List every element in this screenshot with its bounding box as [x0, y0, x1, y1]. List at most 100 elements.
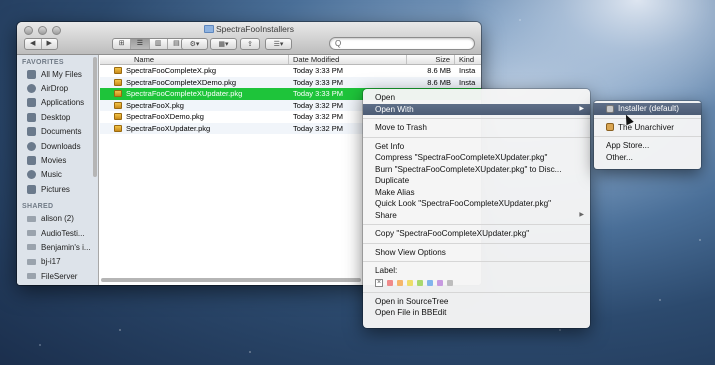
package-icon: [114, 67, 122, 75]
label-yellow-swatch[interactable]: [407, 279, 413, 286]
sidebar-item-downloads[interactable]: Downloads: [17, 139, 98, 153]
sidebar-item-shared-bj-i17[interactable]: bj-i17: [17, 255, 98, 269]
package-icon: [114, 78, 122, 86]
column-header-kind[interactable]: Kind: [455, 55, 481, 64]
menu-item-open-in-sourcetree[interactable]: Open in SourceTree: [363, 296, 590, 308]
submenu-item-app-store[interactable]: App Store...: [594, 140, 701, 152]
file-name: SpectraFooCompleteXUpdater.pkg: [126, 89, 243, 98]
menu-item-burn[interactable]: Burn "SpectraFooCompleteXUpdater.pkg" to…: [363, 164, 590, 176]
sidebar-item-label: AudioTesti...: [41, 228, 85, 238]
sidebar-item-label: Benjamin's i...: [41, 242, 91, 252]
sidebar-item-all-my-files[interactable]: All My Files: [17, 67, 98, 81]
sidebar-item-pictures[interactable]: Pictures: [17, 182, 98, 196]
menu-item-make-alias[interactable]: Make Alias: [363, 187, 590, 199]
computer-icon: [27, 215, 36, 222]
horizontal-scrollbar[interactable]: [101, 278, 361, 282]
label-purple-swatch[interactable]: [437, 279, 443, 286]
sidebar-item-music[interactable]: Music: [17, 168, 98, 182]
list-view-button[interactable]: ☰: [130, 39, 149, 49]
sidebar-item-shared-benjamins[interactable]: Benjamin's i...: [17, 240, 98, 254]
sidebar-item-label: bj-i17: [41, 257, 61, 267]
search-icon: Q: [335, 39, 342, 48]
installer-icon: [606, 104, 614, 113]
label-none-button[interactable]: ×: [375, 278, 383, 287]
sidebar-item-shared-alison[interactable]: alison (2): [17, 212, 98, 226]
forward-button[interactable]: ▶: [40, 39, 58, 49]
back-forward-buttons: ◀ ▶: [24, 38, 58, 50]
unarchiver-icon: [606, 123, 614, 132]
menu-item-quick-look[interactable]: Quick Look "SpectraFooCompleteXUpdater.p…: [363, 198, 590, 210]
submenu-item-unarchiver[interactable]: The Unarchiver: [594, 122, 701, 134]
column-view-button[interactable]: ▥: [148, 39, 167, 49]
title-bar[interactable]: SpectraFooInstallers ◀ ▶ ⊞ ☰ ▥ ▤ ⚙▾ ▦▾ ⇪…: [17, 22, 481, 55]
label-gray-swatch[interactable]: [447, 279, 453, 286]
file-name: SpectraFooX.pkg: [126, 100, 184, 110]
file-row[interactable]: SpectraFooCompleteXDemo.pkg Today 3:33 P…: [100, 76, 481, 88]
file-name: SpectraFooXDemo.pkg: [126, 112, 204, 121]
icon-view-button[interactable]: ⊞: [113, 39, 130, 49]
menu-item-share[interactable]: Share ▶: [363, 210, 590, 222]
column-header-name[interactable]: Name: [100, 55, 289, 64]
menu-item-duplicate[interactable]: Duplicate: [363, 175, 590, 187]
arrange-menu-button[interactable]: ▦▾: [210, 38, 237, 50]
sidebar-item-movies[interactable]: Movies: [17, 153, 98, 167]
package-icon: [114, 113, 122, 121]
menu-item-open[interactable]: Open: [363, 92, 590, 104]
sidebar-item-label: alison (2): [41, 214, 74, 224]
sidebar-item-label: Music: [41, 170, 62, 180]
back-button[interactable]: ◀: [25, 39, 41, 49]
menu-separator: [363, 242, 590, 244]
column-header-size[interactable]: Size: [407, 55, 455, 64]
server-icon: [27, 273, 36, 280]
sidebar-scrollbar[interactable]: [93, 57, 97, 177]
menu-item-get-info[interactable]: Get Info: [363, 141, 590, 153]
submenu-item-other[interactable]: Other...: [594, 152, 701, 164]
sidebar-item-label: Documents: [41, 127, 82, 137]
sidebar-item-label: Downloads: [41, 141, 81, 151]
column-header-date[interactable]: Date Modified: [289, 55, 407, 64]
edit-tags-button[interactable]: ☰▾: [265, 38, 292, 50]
sidebar: FAVORITES All My Files AirDrop Applicati…: [17, 55, 99, 285]
file-row[interactable]: SpectraFooCompleteX.pkg Today 3:33 PM 8.…: [100, 65, 481, 77]
sidebar-item-shared-fileserver[interactable]: FileServer: [17, 269, 98, 283]
label-orange-swatch[interactable]: [397, 279, 403, 286]
sidebar-item-label: Pictures: [41, 184, 70, 194]
sidebar-item-applications[interactable]: Applications: [17, 96, 98, 110]
open-with-submenu: Installer (default) The Unarchiver App S…: [594, 101, 701, 169]
pictures-icon: [27, 184, 36, 194]
sidebar-item-documents[interactable]: Documents: [17, 125, 98, 139]
label-blue-swatch[interactable]: [427, 279, 433, 286]
label-red-swatch[interactable]: [387, 279, 393, 286]
sidebar-item-label: FileServer: [41, 271, 78, 281]
menu-item-label: Share: [375, 210, 397, 220]
label-green-swatch[interactable]: [417, 279, 423, 286]
search-input[interactable]: Q: [329, 37, 475, 50]
menu-separator: [363, 261, 590, 262]
desktop-icon: [27, 112, 36, 122]
folder-icon: [204, 25, 215, 33]
movies-icon: [27, 156, 36, 166]
window-title: SpectraFooInstallers: [17, 24, 481, 34]
share-button[interactable]: ⇪: [240, 38, 260, 50]
file-date: Today 3:33 PM: [293, 77, 344, 87]
applications-icon: [27, 98, 36, 108]
menu-item-compress[interactable]: Compress "SpectraFooCompleteXUpdater.pkg…: [363, 152, 590, 164]
menu-item-copy[interactable]: Copy "SpectraFooCompleteXUpdater.pkg": [363, 228, 590, 240]
menu-item-show-view-options[interactable]: Show View Options: [363, 247, 590, 259]
menu-item-open-in-bbedit[interactable]: Open File in BBEdit: [363, 307, 590, 319]
file-date: Today 3:33 PM: [293, 66, 344, 75]
sidebar-item-airdrop[interactable]: AirDrop: [17, 81, 98, 95]
sidebar-item-shared-audiotesting[interactable]: AudioTesti...: [17, 226, 98, 240]
action-menu-button[interactable]: ⚙▾: [181, 38, 208, 50]
context-menu: Open Open With ▶ Move to Trash Get Info C…: [363, 89, 590, 328]
computer-icon: [27, 258, 36, 265]
file-kind: Insta: [459, 77, 476, 87]
window-title-text: SpectraFooInstallers: [216, 24, 294, 34]
menu-item-open-with[interactable]: Open With ▶: [363, 103, 590, 115]
submenu-item-installer[interactable]: Installer (default): [594, 103, 701, 115]
menu-item-move-to-trash[interactable]: Move to Trash: [363, 122, 590, 134]
file-name: SpectraFooCompleteX.pkg: [126, 66, 217, 75]
sidebar-item-desktop[interactable]: Desktop: [17, 110, 98, 124]
sidebar-item-label: AirDrop: [41, 84, 69, 94]
submenu-arrow-icon: ▶: [579, 105, 584, 112]
